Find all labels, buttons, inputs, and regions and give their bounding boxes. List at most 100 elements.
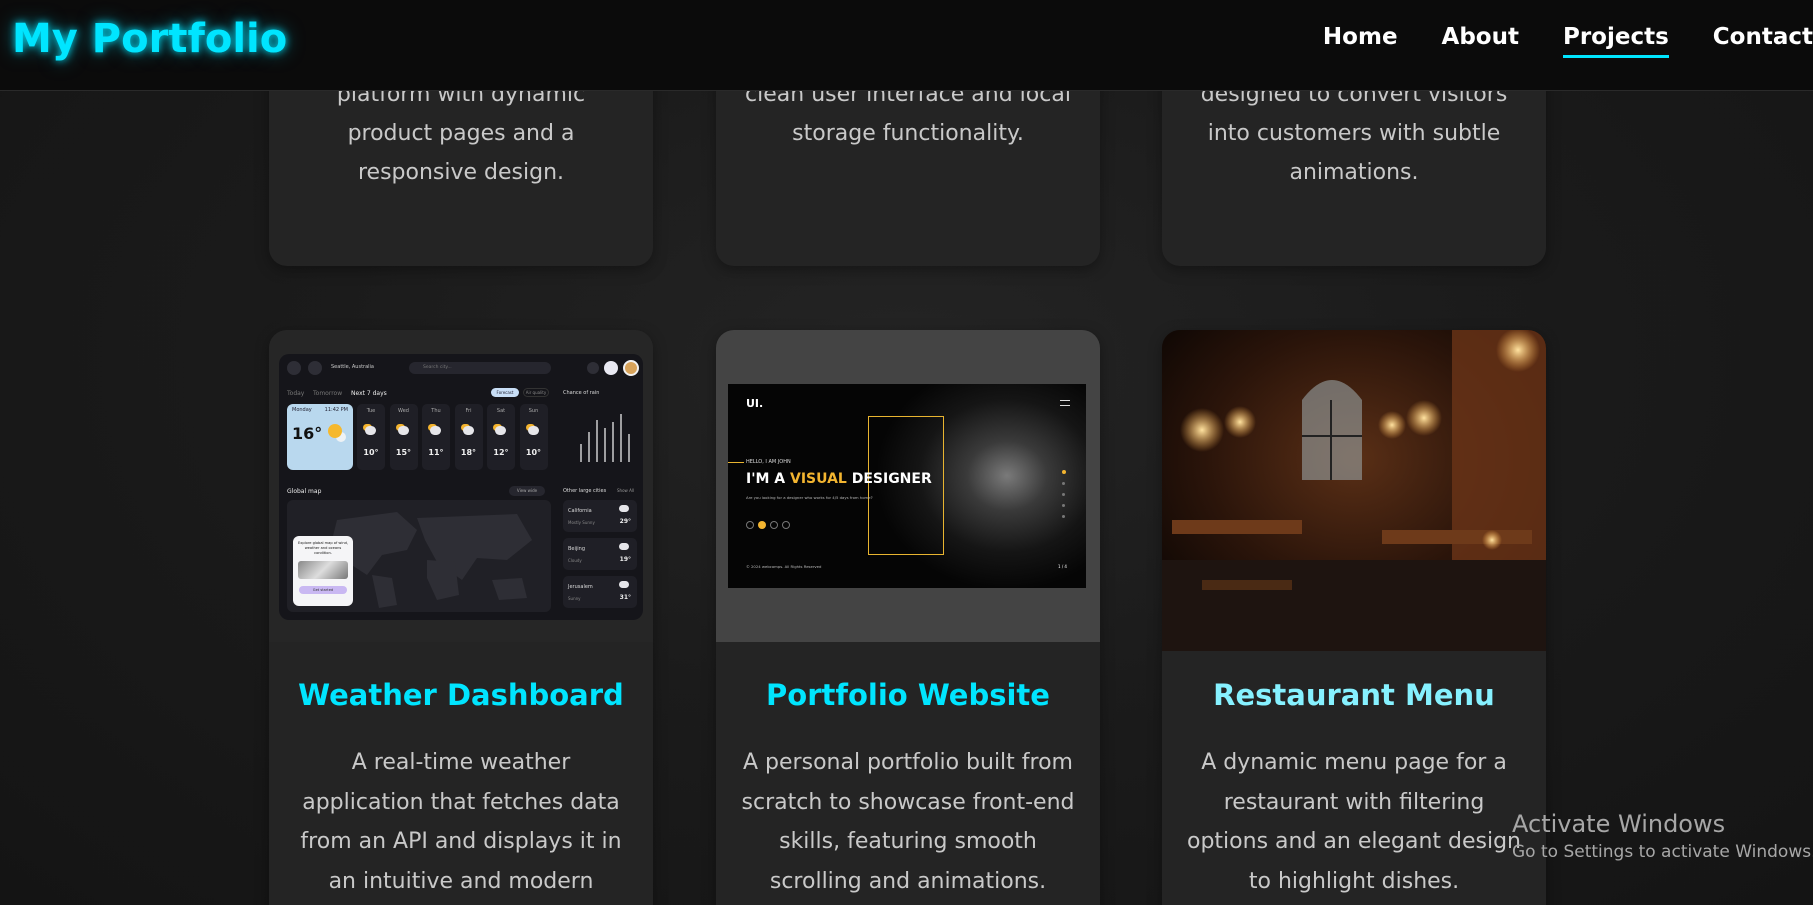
search-placeholder: Search city...: [423, 365, 452, 370]
today-time: 11:42 PM: [324, 407, 348, 413]
city-card: Jerusalem Sunny 31°: [563, 576, 637, 608]
city-name: California: [568, 508, 592, 514]
hero-subtitle: Are you looking for a designer who works…: [746, 495, 873, 500]
headline-highlight: VISUAL: [790, 471, 847, 487]
site-footer: © 2024 webcomps. All Rights Reserved: [746, 564, 822, 569]
city-weather-icon: [619, 505, 629, 512]
forecast-day-card: Thu 11°: [422, 404, 450, 470]
city-condition: Cloudy: [568, 558, 582, 563]
cities-title: Other large cities: [563, 488, 607, 494]
rain-title: Chance of rain: [563, 390, 600, 396]
watermark-title: Activate Windows: [1512, 810, 1726, 838]
nav-contact[interactable]: Contact: [1713, 24, 1813, 58]
social-icons: [746, 514, 790, 533]
city-condition: Sunny: [568, 596, 581, 601]
card-description: platform with dynamic product pages and …: [336, 82, 586, 185]
hello-label: HELLO, I AM JOHN: [746, 459, 791, 465]
card-description: designed to convert visitors into custom…: [1200, 82, 1508, 185]
moon-icon: [604, 361, 618, 375]
city-condition: Mostly Sunny: [568, 520, 595, 525]
menu-icon: [1060, 400, 1070, 406]
city-temp: 19°: [619, 556, 631, 563]
sun-cloud-icon: [328, 424, 342, 438]
forecast-day-temp: 12°: [493, 448, 509, 457]
forecast-day-label: Wed: [398, 408, 409, 414]
city-temp: 31°: [619, 594, 631, 601]
city-temp: 29°: [619, 518, 631, 525]
air-quality-button: Air quality: [523, 388, 549, 397]
card-title: Portfolio Website: [766, 678, 1050, 712]
windows-activation-watermark: Activate Windows Go to Settings to activ…: [1512, 810, 1813, 862]
today-weather-card: Monday 11:42 PM 16°: [287, 404, 353, 470]
weather-icon: [430, 426, 441, 435]
card-title: Weather Dashboard: [298, 678, 624, 712]
forecast-day-label: Tue: [366, 408, 376, 414]
weather-icon: [527, 426, 539, 435]
weather-icon: [365, 426, 376, 435]
weather-icon: [495, 426, 506, 435]
forecast-day-card: Sat 12°: [487, 404, 515, 470]
nav-about[interactable]: About: [1442, 24, 1519, 58]
forecast-day-card: Wed 15°: [389, 404, 418, 470]
bell-icon: [308, 361, 322, 375]
project-card-portfolio: UI. HELLO, I AM JOHN I'M A VISUAL DESIGN…: [716, 330, 1100, 905]
headline-part: I'M A: [746, 471, 791, 487]
forecast-day-temp: 10°: [525, 448, 542, 457]
project-thumbnail[interactable]: Seattle, Australia Search city... Today …: [269, 330, 653, 642]
map-title: Global map: [287, 488, 322, 495]
show-all-link: Show All: [617, 488, 635, 493]
navbar: My Portfolio Home About Projects Contact: [0, 0, 1813, 91]
nav-links: Home About Projects Contact: [1279, 24, 1813, 58]
forecast-day-temp: 15°: [395, 448, 412, 457]
accent-line: [728, 462, 744, 463]
site-logo: UI.: [746, 397, 764, 410]
card-description: A dynamic menu page for a restaurant wit…: [1187, 750, 1521, 894]
slide-counter: 1 / 4: [1058, 564, 1067, 569]
tab-today: Today: [287, 390, 305, 397]
get-started-button: Get started: [299, 586, 347, 594]
forecast-day-card: Fri 18°: [454, 404, 483, 470]
city-name: Beijing: [568, 546, 586, 552]
forecast-day-label: Thu: [431, 408, 441, 414]
avatar: [623, 360, 639, 376]
forecast-day-label: Fri: [465, 408, 472, 414]
project-card-restaurant: Restaurant Menu A dynamic menu page for …: [1162, 330, 1546, 905]
city-card: California Mostly Sunny 29°: [563, 500, 637, 532]
tab-next-7-days: Next 7 days: [351, 390, 387, 397]
forecast-day-label: Sat: [496, 408, 506, 414]
headline-part: DESIGNER: [846, 471, 932, 487]
map-popup: Explore global map of wind, weather and …: [293, 536, 353, 606]
rain-chart: [580, 414, 630, 462]
nav-home[interactable]: Home: [1323, 24, 1398, 58]
card-title: Restaurant Menu: [1213, 678, 1495, 712]
city-weather-icon: [619, 543, 629, 550]
city-weather-icon: [619, 581, 629, 588]
card-description: A real-time weather application that fet…: [300, 750, 622, 894]
project-thumbnail[interactable]: UI. HELLO, I AM JOHN I'M A VISUAL DESIGN…: [716, 330, 1100, 642]
grid-icon: [287, 361, 301, 375]
popup-text: Explore global map of wind, weather and …: [297, 541, 349, 555]
project-thumbnail[interactable]: [1162, 330, 1546, 651]
theme-icon: [587, 362, 599, 374]
city-name: Jerusalem: [568, 584, 593, 590]
card-description: A personal portfolio built from scratch …: [741, 750, 1075, 894]
slider-dots: [1062, 470, 1066, 518]
forecast-day-temp: 10°: [363, 448, 379, 457]
tab-tomorrow: Tomorrow: [313, 390, 343, 397]
forecast-day-card: Tue 10°: [357, 404, 385, 470]
forecast-day-card: Sun 10°: [519, 404, 548, 470]
watermark-subtitle: Go to Settings to activate Windows.: [1512, 842, 1813, 862]
forecast-day-label: Sun: [528, 408, 539, 414]
forecast-day-temp: 11°: [428, 448, 444, 457]
today-temp: 16°: [292, 424, 323, 443]
weather-icon: [462, 426, 474, 435]
forecast-button: Forecast: [491, 388, 519, 397]
popup-image: [298, 561, 348, 579]
city-card: Beijing Cloudy 19°: [563, 538, 637, 570]
restaurant-interior-image: [1162, 330, 1546, 651]
brand-logo[interactable]: My Portfolio: [12, 16, 287, 62]
nav-projects[interactable]: Projects: [1562, 24, 1669, 58]
hero-headline: I'M A VISUAL DESIGNER: [746, 471, 932, 487]
search-input: Search city...: [409, 362, 551, 374]
forecast-day-temp: 18°: [460, 448, 477, 457]
